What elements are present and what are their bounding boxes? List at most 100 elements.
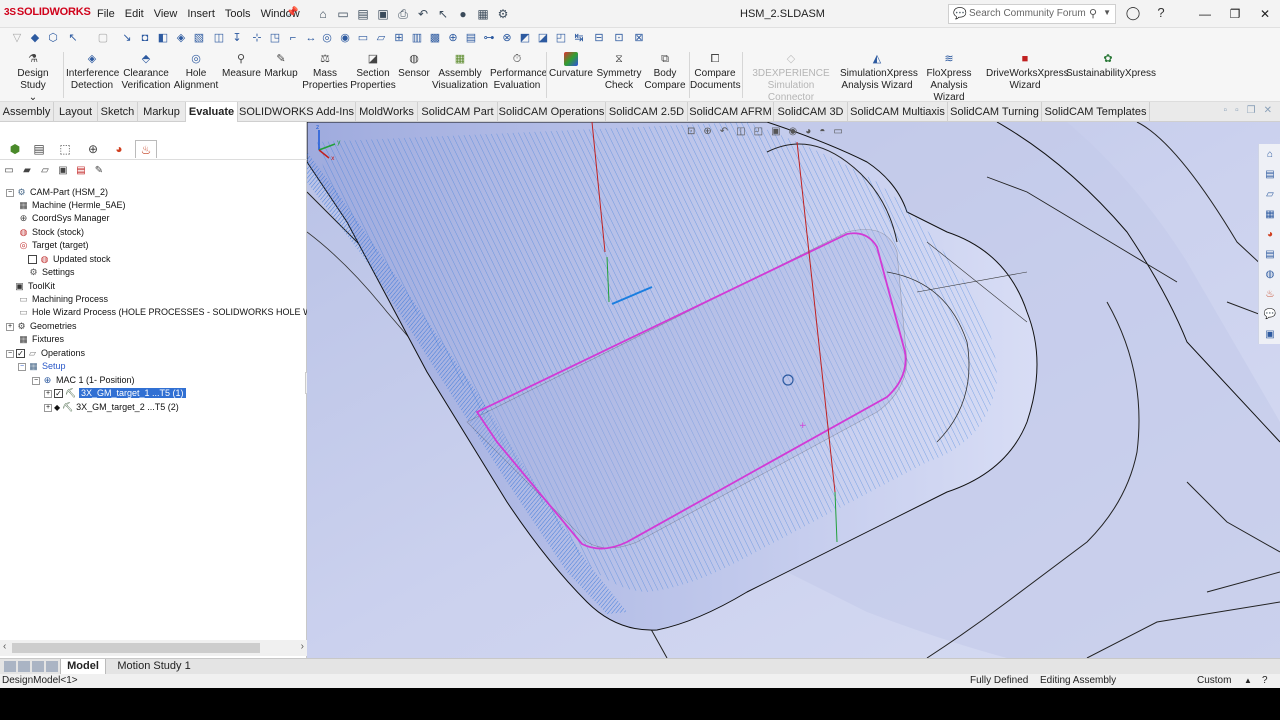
- filter-edge-icon[interactable]: ◧: [156, 31, 170, 45]
- design-study-button[interactable]: ⚗ Design Study ⌄: [4, 52, 62, 104]
- filter-surface-icon[interactable]: ▥: [410, 31, 424, 45]
- chevron-down-icon[interactable]: ▼: [1103, 8, 1111, 17]
- selection-icon[interactable]: ⬡: [46, 31, 60, 45]
- home-icon[interactable]: ⌂: [314, 5, 332, 23]
- tree-item-target[interactable]: ◎ Target (target): [18, 239, 89, 252]
- options-icon[interactable]: ⚙: [494, 5, 512, 23]
- status-help-icon[interactable]: ?: [1262, 674, 1268, 688]
- units-selector[interactable]: Custom: [1197, 674, 1231, 688]
- measure-button[interactable]: ⚲ Measure: [222, 52, 261, 80]
- new-icon[interactable]: ▭: [2, 164, 16, 178]
- solidcam-icon[interactable]: ♨: [1263, 288, 1277, 302]
- tree-item-toolkit[interactable]: ▣ ToolKit: [14, 280, 55, 293]
- search-input[interactable]: 💬 Search Community Forum ⚲ ▼: [948, 4, 1116, 24]
- property-manager-icon[interactable]: ▤: [28, 140, 50, 158]
- tab-solidcam-templates[interactable]: SolidCAM Templates: [1042, 102, 1150, 122]
- solidcam-manager-icon[interactable]: ♨: [135, 140, 157, 158]
- tab-motion-study-1[interactable]: Motion Study 1: [108, 659, 200, 675]
- section-view-icon[interactable]: ◫: [736, 126, 745, 137]
- filter-face-icon[interactable]: ◈: [174, 31, 188, 45]
- tile-icon[interactable]: ▫: [1224, 105, 1228, 116]
- previous-view-icon[interactable]: ↶: [720, 126, 728, 137]
- horizontal-scrollbar[interactable]: ‹ ›: [0, 640, 307, 656]
- user-icon[interactable]: ◯: [1124, 5, 1142, 21]
- checkbox-icon[interactable]: [28, 255, 37, 265]
- filter-reference-icon[interactable]: ↹: [572, 31, 586, 45]
- filter-region-icon[interactable]: ⊡: [612, 31, 626, 45]
- resources-icon[interactable]: ▤: [1263, 168, 1277, 182]
- next-tab-icon[interactable]: [32, 661, 44, 672]
- save-icon[interactable]: ▣: [56, 164, 70, 178]
- help-icon[interactable]: ?: [1152, 5, 1170, 21]
- tab-solidcam-operations[interactable]: SolidCAM Operations: [498, 102, 606, 122]
- home-icon[interactable]: ⌂: [1263, 148, 1277, 162]
- hide-show-icon[interactable]: ◉: [789, 126, 798, 137]
- view-settings-icon[interactable]: ▭: [833, 126, 842, 137]
- simulationxpress-button[interactable]: ◭ SimulationXpress Analysis Wizard: [840, 52, 918, 92]
- expand-icon[interactable]: +: [44, 389, 52, 398]
- first-tab-icon[interactable]: [4, 661, 16, 672]
- tab-moldworks[interactable]: MoldWorks: [356, 102, 418, 122]
- tab-markup[interactable]: Markup: [138, 102, 186, 122]
- performance-evaluation-button[interactable]: ⏱ Performance Evaluation: [490, 52, 547, 92]
- feature-tree-icon[interactable]: ⬢: [4, 140, 26, 158]
- snap-icon[interactable]: ↘: [120, 31, 134, 45]
- filter-connection-icon[interactable]: ◰: [554, 31, 568, 45]
- close-icon[interactable]: ✕: [1250, 0, 1280, 28]
- menu-tools[interactable]: Tools: [220, 8, 256, 20]
- last-tab-icon[interactable]: [46, 661, 58, 672]
- scrollbar-thumb[interactable]: [12, 643, 260, 653]
- forum-icon[interactable]: 💬: [1263, 308, 1277, 322]
- tree-item-operation-1[interactable]: + ✓ ⛏ 3X_GM_target_1 ...T5 (1): [44, 387, 186, 400]
- restore-icon[interactable]: ❐: [1247, 105, 1256, 116]
- filter-sketch-icon[interactable]: ◳: [268, 31, 282, 45]
- tab-solidcam-afrm[interactable]: SolidCAM AFRM: [688, 102, 774, 122]
- tree-item-fixtures[interactable]: ▦ Fixtures: [18, 333, 64, 346]
- filter-balloon-icon[interactable]: ◉: [338, 31, 352, 45]
- filter-mate-icon[interactable]: ⊗: [500, 31, 514, 45]
- tab-solidworks-add-ins[interactable]: SOLIDWORKS Add-Ins: [238, 102, 356, 122]
- tree-item-setup[interactable]: − ▦ Setup: [18, 360, 66, 373]
- tab-solidcam-2-5d[interactable]: SolidCAM 2.5D: [606, 102, 688, 122]
- scroll-right-icon[interactable]: ›: [301, 641, 304, 652]
- appearance-icon[interactable]: ◕: [805, 126, 811, 137]
- filter-block-icon[interactable]: ◩: [518, 31, 532, 45]
- filter-graphics-icon[interactable]: ⊠: [632, 31, 646, 45]
- floxpress-button[interactable]: ≋ FloXpress Analysis Wizard: [914, 52, 984, 104]
- filter-hatch-icon[interactable]: ▤: [464, 31, 478, 45]
- assembly-visualization-button[interactable]: ▦ Assembly Visualization: [432, 52, 488, 92]
- scene-icon[interactable]: ◓: [819, 126, 825, 137]
- tree-item-machine[interactable]: ▦ Machine (Hermle_5AE): [18, 199, 125, 212]
- tab-solidcam-3d[interactable]: SolidCAM 3D: [774, 102, 848, 122]
- filter-weld-icon[interactable]: ⊞: [392, 31, 406, 45]
- markup-button[interactable]: ✎ Markup: [262, 52, 300, 80]
- cascade-icon[interactable]: ▫: [1235, 105, 1239, 116]
- tools-icon[interactable]: ✎: [92, 164, 106, 178]
- filter-breakline-icon[interactable]: ⊟: [592, 31, 606, 45]
- body-compare-button[interactable]: ⧉ Body Compare: [644, 52, 686, 92]
- tree-item-updated-stock[interactable]: ◍ Updated stock: [28, 253, 111, 266]
- tree-item-settings[interactable]: ⚙ Settings: [28, 266, 74, 279]
- section-properties-button[interactable]: ◪ Section Properties: [350, 52, 396, 92]
- view-orientation-icon[interactable]: ◰: [754, 126, 763, 137]
- collapse-icon[interactable]: −: [18, 362, 26, 371]
- tree-item-operation-2[interactable]: + ◆ ⛏ 3X_GM_target_2 ...T5 (2): [44, 401, 179, 414]
- driveworksxpress-button[interactable]: ■ DriveWorksXpress Wizard: [986, 52, 1069, 92]
- file-explorer-icon[interactable]: ▦: [1263, 208, 1277, 222]
- select-filter-icon[interactable]: ◆: [28, 31, 42, 45]
- filter-dimension-icon[interactable]: ↔: [304, 31, 318, 45]
- open-folder-icon[interactable]: ▰: [20, 164, 34, 178]
- dimxpert-icon[interactable]: ⊕: [82, 140, 104, 158]
- filter-gtol-icon[interactable]: ▭: [356, 31, 370, 45]
- rebuild-icon[interactable]: ●: [454, 5, 472, 23]
- tree-item-coordsys[interactable]: ⊕ CoordSys Manager: [18, 212, 110, 225]
- file-properties-icon[interactable]: ▦: [474, 5, 492, 23]
- collapse-icon[interactable]: −: [6, 349, 14, 358]
- configuration-manager-icon[interactable]: ⬚: [54, 140, 76, 158]
- filter-body-icon[interactable]: ▧: [192, 31, 206, 45]
- display-style-icon[interactable]: ▣: [771, 126, 780, 137]
- restore-icon[interactable]: ❐: [1220, 0, 1250, 28]
- filter-icon[interactable]: ▽: [10, 31, 24, 45]
- interference-detection-button[interactable]: ◈ Interference Detection: [66, 52, 119, 92]
- tree-item-mac1[interactable]: − ⊕ MAC 1 (1- Position): [32, 374, 135, 387]
